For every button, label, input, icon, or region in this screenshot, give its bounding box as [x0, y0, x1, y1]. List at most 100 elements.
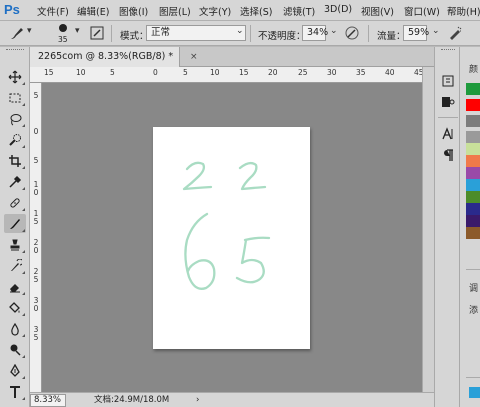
- swatches-panel: 颜 调 添: [460, 47, 480, 407]
- mode-select[interactable]: 正常: [146, 25, 246, 41]
- opacity-label: 不透明度：: [258, 31, 306, 42]
- menu-file[interactable]: 文件(F): [37, 4, 69, 18]
- ruler-label: 25: [298, 68, 308, 77]
- close-tab-icon[interactable]: ×: [190, 52, 198, 62]
- marquee-tool-icon[interactable]: [4, 88, 26, 107]
- chevron-down-icon[interactable]: ▾: [75, 26, 80, 36]
- flow-label: 流量：: [377, 31, 406, 42]
- document-info: 文档:24.9M/18.0M: [94, 395, 170, 405]
- document-tab-bar: 2265com @ 8.33%(RGB/8) * ×: [30, 47, 434, 67]
- divider: [368, 25, 369, 42]
- eyedropper-tool-icon[interactable]: [4, 172, 26, 191]
- color-panel-tab[interactable]: 颜: [469, 62, 478, 75]
- mode-label: 模式：: [120, 31, 149, 42]
- dodge-tool-icon[interactable]: [4, 340, 26, 359]
- swatch[interactable]: [466, 227, 480, 239]
- ruler-label: 3 0: [33, 296, 39, 313]
- horizontal-ruler: 15 10 5 0 5 10 15 20 25 30 35 40 45: [30, 67, 434, 83]
- adjustments-panel-tab[interactable]: 调: [469, 281, 478, 294]
- quick-selection-tool-icon[interactable]: [4, 130, 26, 149]
- layers-comp-panel-icon[interactable]: [439, 93, 457, 111]
- status-menu-arrow-icon[interactable]: ›: [196, 394, 199, 407]
- swatch[interactable]: [466, 155, 480, 167]
- swatch[interactable]: [466, 99, 480, 111]
- photoshop-logo: Ps: [4, 2, 20, 17]
- menu-view[interactable]: 视图(V): [361, 4, 394, 18]
- panel-icon-strip: [434, 47, 460, 407]
- ruler-label: 10: [210, 68, 220, 77]
- ruler-label: 0: [33, 127, 39, 136]
- ruler-label: 10: [76, 68, 86, 77]
- swatch[interactable]: [466, 203, 480, 215]
- brush-panel-icon[interactable]: [88, 24, 106, 42]
- divider: [111, 25, 112, 42]
- crop-tool-icon[interactable]: [4, 151, 26, 170]
- menu-3d[interactable]: 3D(D): [324, 4, 352, 15]
- menu-type[interactable]: 文字(Y): [199, 4, 231, 18]
- swatch[interactable]: [466, 167, 480, 179]
- toolbar-grip[interactable]: [6, 49, 24, 52]
- pressure-opacity-icon[interactable]: [343, 24, 361, 42]
- opacity-field[interactable]: 34%: [302, 25, 328, 41]
- ruler-label: 40: [385, 68, 395, 77]
- swatch[interactable]: [466, 143, 480, 155]
- zoom-field[interactable]: 8.33%: [30, 394, 66, 407]
- vertical-ruler: 5 0 5 1 0 1 5 2 0 2 5 3 0 3 5: [30, 83, 42, 392]
- canvas-area[interactable]: [42, 83, 434, 392]
- swatch[interactable]: [466, 179, 480, 191]
- menu-help[interactable]: 帮助(H): [447, 4, 480, 18]
- paint-bucket-tool-icon[interactable]: [4, 298, 26, 317]
- handwritten-2265-drawing: [182, 161, 271, 290]
- divider: [466, 377, 480, 378]
- swatch[interactable]: [466, 131, 480, 143]
- swatch[interactable]: [466, 191, 480, 203]
- pen-tool-icon[interactable]: [4, 361, 26, 380]
- flow-field[interactable]: 59%: [403, 25, 429, 41]
- ruler-label: 15: [239, 68, 249, 77]
- swatch[interactable]: [466, 115, 480, 127]
- ruler-label: 15: [44, 68, 54, 77]
- blur-tool-icon[interactable]: [4, 319, 26, 338]
- document-canvas[interactable]: [153, 127, 310, 349]
- strip-grip[interactable]: [441, 49, 455, 52]
- layer-thumbnail[interactable]: [469, 387, 480, 398]
- vertical-scrollbar[interactable]: [422, 67, 434, 392]
- menu-edit[interactable]: 编辑(E): [77, 4, 109, 18]
- ruler-label: 20: [268, 68, 278, 77]
- paragraph-panel-icon[interactable]: [439, 146, 457, 164]
- ruler-label: 3 5: [33, 325, 39, 342]
- history-panel-icon[interactable]: [439, 72, 457, 90]
- options-bar: ▾ 35 ▾ 模式： 正常 ⌄ 不透明度： 34% ⌄ 流量： 59% ⌄: [0, 21, 480, 46]
- move-tool-icon[interactable]: [4, 67, 26, 86]
- eraser-tool-icon[interactable]: [4, 277, 26, 296]
- menu-filter[interactable]: 滤镜(T): [283, 4, 315, 18]
- ruler-label: 5: [183, 68, 188, 77]
- divider: [438, 117, 458, 118]
- ruler-label: 2 5: [33, 267, 39, 284]
- menu-layer[interactable]: 图层(L): [159, 4, 191, 18]
- ruler-label: 35: [356, 68, 366, 77]
- type-tool-icon[interactable]: [4, 382, 26, 401]
- opacity-slider-toggle-icon[interactable]: ⌄: [330, 26, 338, 36]
- menu-window[interactable]: 窗口(W): [404, 4, 440, 18]
- menu-image[interactable]: 图像(I): [119, 4, 148, 18]
- brush-tool-preset-icon[interactable]: [8, 24, 26, 42]
- airbrush-icon[interactable]: [446, 24, 464, 42]
- document-tab[interactable]: 2265com @ 8.33%(RGB/8) *: [30, 47, 180, 67]
- menu-select[interactable]: 选择(S): [240, 4, 272, 18]
- ruler-label: 2 0: [33, 238, 39, 255]
- ruler-label: 1 5: [33, 209, 39, 226]
- swatch[interactable]: [466, 83, 480, 95]
- clone-stamp-tool-icon[interactable]: [4, 235, 26, 254]
- character-panel-icon[interactable]: [439, 125, 457, 143]
- lasso-tool-icon[interactable]: [4, 109, 26, 128]
- history-brush-tool-icon[interactable]: [4, 256, 26, 275]
- swatch[interactable]: [466, 215, 480, 227]
- ruler-label: 30: [327, 68, 337, 77]
- brush-size-label: 35: [58, 35, 68, 44]
- flow-slider-toggle-icon[interactable]: ⌄: [432, 26, 440, 36]
- healing-brush-tool-icon[interactable]: [4, 193, 26, 212]
- chevron-down-icon[interactable]: ▾: [27, 26, 32, 36]
- ruler-label: 1 0: [33, 180, 39, 197]
- brush-tool-icon[interactable]: [4, 214, 26, 233]
